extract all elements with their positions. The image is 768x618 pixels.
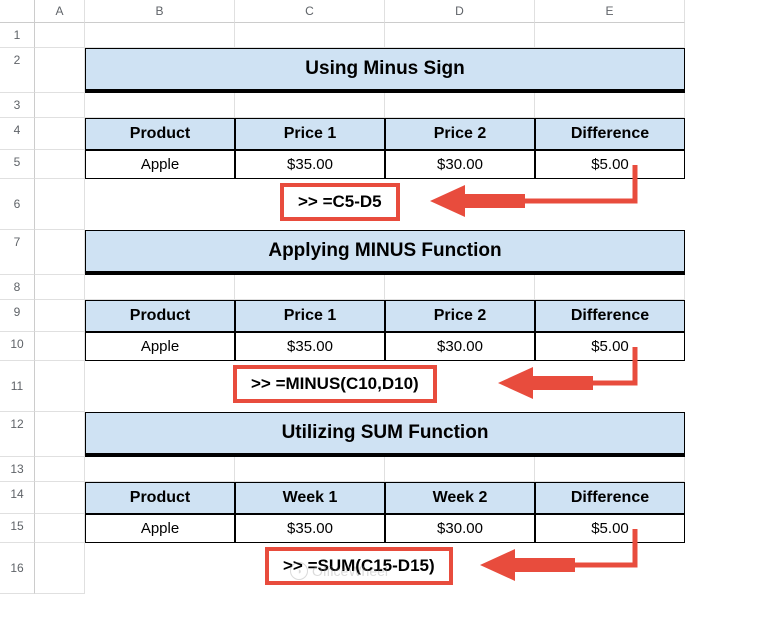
col-product[interactable]: Product bbox=[85, 300, 235, 332]
data-difference[interactable]: $5.00 bbox=[535, 332, 685, 361]
row-header-7[interactable]: 7 bbox=[0, 230, 35, 275]
formula-callout-2: >> =MINUS(C10,D10) bbox=[233, 365, 437, 403]
row-header-6[interactable]: 6 bbox=[0, 179, 35, 230]
cell[interactable] bbox=[35, 118, 85, 150]
section3-title[interactable]: Utilizing SUM Function bbox=[85, 412, 685, 457]
data-difference[interactable]: $5.00 bbox=[535, 514, 685, 543]
row-header-12[interactable]: 12 bbox=[0, 412, 35, 457]
section1-title[interactable]: Using Minus Sign bbox=[85, 48, 685, 93]
cell[interactable] bbox=[35, 275, 85, 300]
row-header-15[interactable]: 15 bbox=[0, 514, 35, 543]
formula-callout-1: >> =C5-D5 bbox=[280, 183, 400, 221]
data-week2[interactable]: $30.00 bbox=[385, 514, 535, 543]
cell[interactable] bbox=[35, 514, 85, 543]
watermark-icon: ◑ bbox=[290, 562, 308, 580]
data-week1[interactable]: $35.00 bbox=[235, 514, 385, 543]
data-product[interactable]: Apple bbox=[85, 332, 235, 361]
cell[interactable] bbox=[385, 457, 535, 482]
col-product[interactable]: Product bbox=[85, 482, 235, 514]
formula-cell-2[interactable]: >> =MINUS(C10,D10) bbox=[85, 361, 685, 412]
row-header-5[interactable]: 5 bbox=[0, 150, 35, 179]
cell[interactable] bbox=[35, 48, 85, 93]
data-price1[interactable]: $35.00 bbox=[235, 332, 385, 361]
corner-cell[interactable] bbox=[0, 0, 35, 23]
data-product[interactable]: Apple bbox=[85, 514, 235, 543]
cell[interactable] bbox=[535, 275, 685, 300]
col-price1[interactable]: Price 1 bbox=[235, 300, 385, 332]
col-difference[interactable]: Difference bbox=[535, 300, 685, 332]
row-header-2[interactable]: 2 bbox=[0, 48, 35, 93]
cell[interactable] bbox=[85, 275, 235, 300]
cell[interactable] bbox=[35, 543, 85, 594]
cell[interactable] bbox=[35, 179, 85, 230]
cell[interactable] bbox=[35, 23, 85, 48]
row-header-10[interactable]: 10 bbox=[0, 332, 35, 361]
spreadsheet-grid: A B C D E 1 2 Using Minus Sign 3 4 Produ… bbox=[0, 0, 768, 594]
row-header-1[interactable]: 1 bbox=[0, 23, 35, 48]
cell[interactable] bbox=[85, 23, 235, 48]
col-price1[interactable]: Price 1 bbox=[235, 118, 385, 150]
cell[interactable] bbox=[385, 23, 535, 48]
col-price2[interactable]: Price 2 bbox=[385, 118, 535, 150]
cell[interactable] bbox=[35, 361, 85, 412]
cell[interactable] bbox=[35, 412, 85, 457]
cell[interactable] bbox=[35, 230, 85, 275]
cell[interactable] bbox=[385, 275, 535, 300]
row-header-14[interactable]: 14 bbox=[0, 482, 35, 514]
row-header-16[interactable]: 16 bbox=[0, 543, 35, 594]
col-price2[interactable]: Price 2 bbox=[385, 300, 535, 332]
cell[interactable] bbox=[35, 332, 85, 361]
row-header-9[interactable]: 9 bbox=[0, 300, 35, 332]
data-product[interactable]: Apple bbox=[85, 150, 235, 179]
row-header-8[interactable]: 8 bbox=[0, 275, 35, 300]
cell[interactable] bbox=[235, 275, 385, 300]
col-product[interactable]: Product bbox=[85, 118, 235, 150]
cell[interactable] bbox=[235, 457, 385, 482]
cell[interactable] bbox=[535, 457, 685, 482]
cell[interactable] bbox=[35, 482, 85, 514]
data-price2[interactable]: $30.00 bbox=[385, 332, 535, 361]
col-header-b[interactable]: B bbox=[85, 0, 235, 23]
cell[interactable] bbox=[535, 23, 685, 48]
cell[interactable] bbox=[35, 457, 85, 482]
cell[interactable] bbox=[535, 93, 685, 118]
col-header-c[interactable]: C bbox=[235, 0, 385, 23]
data-difference[interactable]: $5.00 bbox=[535, 150, 685, 179]
row-header-3[interactable]: 3 bbox=[0, 93, 35, 118]
data-price2[interactable]: $30.00 bbox=[385, 150, 535, 179]
cell[interactable] bbox=[35, 93, 85, 118]
col-week2[interactable]: Week 2 bbox=[385, 482, 535, 514]
watermark-text: OfficeWheel bbox=[312, 563, 388, 579]
row-header-13[interactable]: 13 bbox=[0, 457, 35, 482]
col-header-d[interactable]: D bbox=[385, 0, 535, 23]
section2-title[interactable]: Applying MINUS Function bbox=[85, 230, 685, 275]
cell[interactable] bbox=[85, 93, 235, 118]
watermark: ◑ OfficeWheel bbox=[290, 562, 388, 580]
row-header-11[interactable]: 11 bbox=[0, 361, 35, 412]
cell[interactable] bbox=[235, 93, 385, 118]
col-header-a[interactable]: A bbox=[35, 0, 85, 23]
col-header-e[interactable]: E bbox=[535, 0, 685, 23]
col-difference[interactable]: Difference bbox=[535, 118, 685, 150]
col-week1[interactable]: Week 1 bbox=[235, 482, 385, 514]
cell[interactable] bbox=[85, 457, 235, 482]
cell[interactable] bbox=[35, 150, 85, 179]
cell[interactable] bbox=[235, 23, 385, 48]
cell[interactable] bbox=[35, 300, 85, 332]
col-difference[interactable]: Difference bbox=[535, 482, 685, 514]
row-header-4[interactable]: 4 bbox=[0, 118, 35, 150]
formula-cell-1[interactable]: >> =C5-D5 bbox=[85, 179, 685, 230]
cell[interactable] bbox=[385, 93, 535, 118]
data-price1[interactable]: $35.00 bbox=[235, 150, 385, 179]
